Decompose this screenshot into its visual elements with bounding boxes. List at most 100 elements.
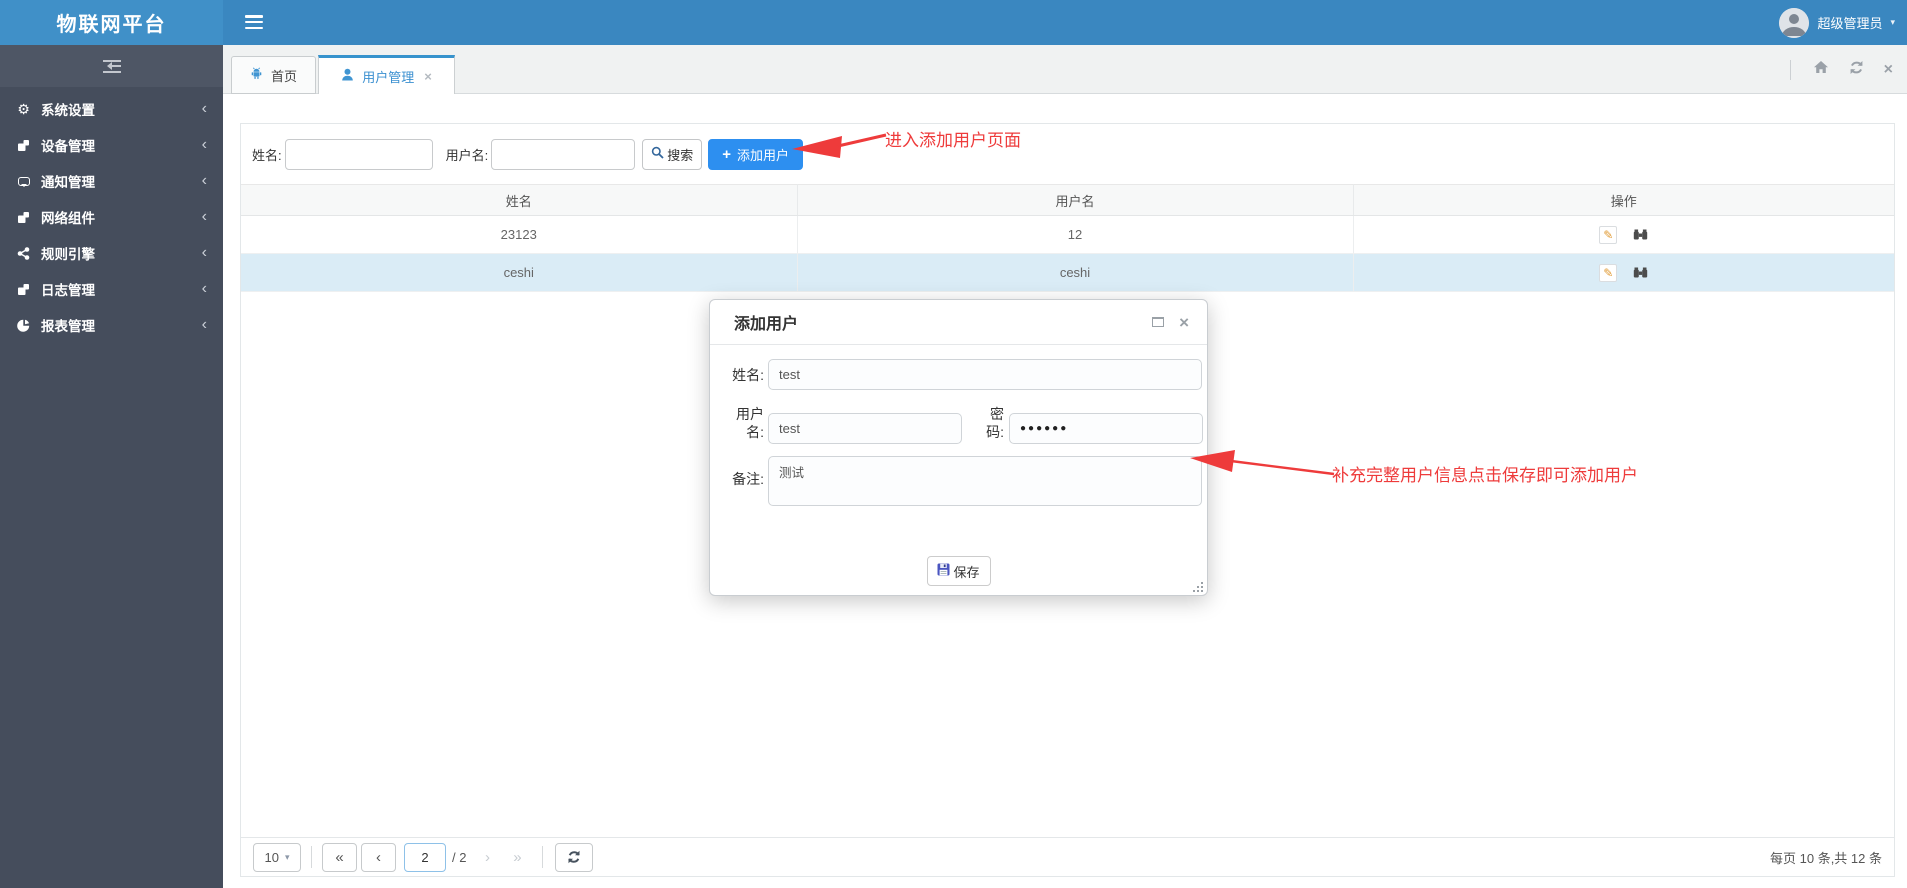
user-icon <box>341 68 354 84</box>
close-icon[interactable]: × <box>424 69 432 84</box>
plus-icon: + <box>722 145 732 163</box>
next-page-button[interactable]: › <box>472 849 502 866</box>
tab-user-management[interactable]: 用户管理 × <box>318 55 455 94</box>
sidebar-item-system-settings[interactable]: ⚙ 系统设置 ‹ <box>0 91 223 127</box>
iot-platform-screen: 物联网平台 超级管理员 ▾ ⚙ 系统设置 ‹ 设备管理 ‹ 通知管理 ‹ 网络组… <box>0 0 1907 888</box>
sidebar-toggle-icon[interactable] <box>245 15 263 30</box>
sidebar-menu: ⚙ 系统设置 ‹ 设备管理 ‹ 通知管理 ‹ 网络组件 ‹ 规则引擎 ‹ 日志管… <box>0 87 223 343</box>
content-area: 首页 用户管理 × × 姓名: 用户名: 搜索 + 添加用户 姓名 用户名 操作… <box>223 45 1907 888</box>
chevron-left-icon: ‹ <box>201 100 207 117</box>
modal-password-label: 密码: <box>986 406 1004 440</box>
outdent-icon <box>102 59 121 73</box>
sidebar-item-label: 系统设置 <box>41 103 95 118</box>
maximize-icon[interactable] <box>1152 317 1165 327</box>
binoculars-icon[interactable] <box>1633 228 1648 241</box>
refresh-button[interactable] <box>555 842 594 872</box>
user-name: 超级管理员 <box>1817 16 1883 31</box>
modal-remark-textarea[interactable]: 测试 <box>768 456 1202 506</box>
col-header-username[interactable]: 用户名 <box>797 184 1354 216</box>
sidebar: ⚙ 系统设置 ‹ 设备管理 ‹ 通知管理 ‹ 网络组件 ‹ 规则引擎 ‹ 日志管… <box>0 45 223 888</box>
module-icon <box>16 283 31 296</box>
add-user-modal: 添加用户 × 姓名: 用户名: 密码: 备注: 测试 保存 <box>709 299 1208 596</box>
binoculars-icon[interactable] <box>1633 266 1648 279</box>
modal-name-input[interactable] <box>768 359 1202 390</box>
table-header-row: 姓名 用户名 操作 <box>241 184 1894 216</box>
comment-icon <box>16 176 31 187</box>
divider <box>311 846 312 868</box>
tab-label: 首页 <box>270 68 297 84</box>
resize-handle[interactable] <box>1193 582 1203 592</box>
avatar <box>1779 7 1810 38</box>
search-button[interactable]: 搜索 <box>642 138 703 170</box>
cell-username: ceshi <box>797 253 1354 292</box>
caret-down-icon: ▾ <box>1890 17 1895 27</box>
sidebar-item-network-components[interactable]: 网络组件 ‹ <box>0 199 223 235</box>
module-icon <box>16 139 31 152</box>
table-row[interactable]: 23123 12 ✎ <box>241 215 1895 254</box>
search-button-label: 搜索 <box>667 147 694 163</box>
share-icon <box>16 246 31 260</box>
modal-header[interactable]: 添加用户 × <box>710 300 1207 345</box>
modal-password-input[interactable] <box>1009 413 1203 444</box>
pagination-bar: 10 ▾ « ‹ / 2 › » 每页 10 条,共 12 条 <box>241 837 1894 876</box>
page-size-dropdown[interactable]: 10 ▾ <box>253 842 301 872</box>
chevron-left-icon: ‹ <box>201 280 207 297</box>
annotation-enter-add-user: 进入添加用户页面 <box>885 131 1021 150</box>
sidebar-item-label: 网络组件 <box>41 211 95 226</box>
row-actions: ✎ <box>1354 216 1895 253</box>
modal-title: 添加用户 <box>734 316 799 333</box>
user-table: 姓名 用户名 操作 23123 12 ✎ ceshi ceshi ✎ <box>241 184 1894 292</box>
sidebar-item-label: 通知管理 <box>41 175 95 190</box>
sidebar-item-notification-management[interactable]: 通知管理 ‹ <box>0 163 223 199</box>
gears-icon: ⚙ <box>17 100 30 117</box>
edit-pencil-icon[interactable]: ✎ <box>1599 263 1618 282</box>
modal-window-buttons: × <box>1152 314 1189 331</box>
close-icon[interactable]: × <box>1179 314 1189 331</box>
divider <box>1789 59 1791 80</box>
sidebar-item-log-management[interactable]: 日志管理 ‹ <box>0 271 223 307</box>
sidebar-collapse-button[interactable] <box>0 45 223 87</box>
sidebar-item-device-management[interactable]: 设备管理 ‹ <box>0 127 223 163</box>
sidebar-item-label: 规则引擎 <box>41 247 95 262</box>
modal-remark-label: 备注: <box>732 471 764 487</box>
table-row-highlighted[interactable]: ceshi ceshi ✎ <box>241 253 1895 292</box>
user-menu[interactable]: 超级管理员 ▾ <box>1779 0 1895 45</box>
sidebar-item-report-management[interactable]: 报表管理 ‹ <box>0 307 223 343</box>
divider <box>542 846 544 868</box>
close-icon[interactable]: × <box>1884 61 1893 78</box>
sidebar-item-label: 报表管理 <box>41 319 95 334</box>
name-filter-input[interactable] <box>284 138 433 170</box>
magnifier-icon <box>651 146 664 162</box>
first-page-button[interactable]: « <box>322 842 357 872</box>
cell-name: ceshi <box>241 253 798 292</box>
add-user-button[interactable]: + 添加用户 <box>708 138 804 170</box>
home-icon[interactable] <box>1813 60 1829 79</box>
page-size-value: 10 <box>264 849 279 865</box>
refresh-icon[interactable] <box>1849 60 1864 80</box>
pie-chart-icon <box>16 319 31 332</box>
username-filter-label: 用户名: <box>445 147 489 163</box>
tab-home[interactable]: 首页 <box>231 56 316 94</box>
save-button[interactable]: 保存 <box>926 556 991 586</box>
topbar: 物联网平台 超级管理员 ▾ <box>0 0 1907 45</box>
chevron-left-icon: ‹ <box>201 172 207 189</box>
col-header-name[interactable]: 姓名 <box>241 184 798 216</box>
android-icon <box>250 67 263 83</box>
prev-page-button[interactable]: ‹ <box>361 842 396 872</box>
edit-pencil-icon[interactable]: ✎ <box>1599 225 1618 244</box>
username-filter-input[interactable] <box>491 138 636 170</box>
pagination-summary: 每页 10 条,共 12 条 <box>1770 850 1882 866</box>
row-actions: ✎ <box>1354 254 1895 291</box>
search-toolbar: 姓名: 用户名: 搜索 + 添加用户 <box>241 124 1894 184</box>
page-number-input[interactable] <box>404 842 446 872</box>
sidebar-item-rule-engine[interactable]: 规则引擎 ‹ <box>0 235 223 271</box>
cell-name: 23123 <box>241 215 798 254</box>
tab-label: 用户管理 <box>362 69 415 85</box>
annotation-arrow-to-modal <box>1190 450 1335 476</box>
app-logo[interactable]: 物联网平台 <box>0 0 223 45</box>
cell-username: 12 <box>797 215 1354 254</box>
modal-username-input[interactable] <box>768 413 962 444</box>
chevron-left-icon: ‹ <box>201 316 207 333</box>
chevron-left-icon: ‹ <box>201 208 207 225</box>
last-page-button[interactable]: » <box>502 849 532 866</box>
